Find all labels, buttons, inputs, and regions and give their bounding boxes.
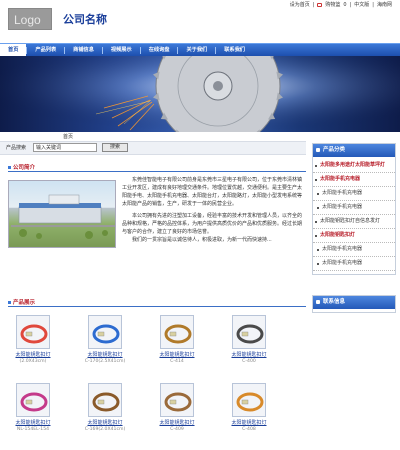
search-button[interactable]: 搜索 bbox=[102, 143, 128, 152]
contact-panel-title: 联系信息 bbox=[313, 296, 395, 309]
product-image[interactable] bbox=[16, 383, 50, 417]
products-title: 产品展示 bbox=[8, 298, 35, 306]
product-card[interactable]: 太阳能钥匙扣灯 C-170(2.5X41cm) bbox=[80, 315, 130, 364]
nav-inquiry[interactable]: 在线询盘 bbox=[141, 44, 178, 57]
nav-shop-info[interactable]: 商铺信息 bbox=[65, 44, 102, 57]
main-nav: 首页 产品列表 商铺信息 视频展示 在线询盘 关于我们 联系我们 bbox=[0, 43, 400, 57]
product-name[interactable]: 太阳能钥匙扣灯 bbox=[80, 351, 130, 358]
products-divider bbox=[8, 306, 306, 307]
intro-paragraph: 本公司拥有先进的注塑加工设备，经验丰富的技术开发和管理人员，以齐全的品种和规格，… bbox=[122, 213, 303, 235]
product-card[interactable]: 太阳能钥匙扣灯 C-408 bbox=[224, 383, 274, 432]
product-image[interactable] bbox=[16, 315, 50, 349]
saw-blade-image bbox=[0, 56, 400, 132]
product-name[interactable]: 太阳能钥匙扣灯 bbox=[152, 419, 202, 426]
product-code: NL-154EL-154 bbox=[16, 427, 50, 432]
category-panel: 产品分类 太阳能多用途灯太阳能草坪灯 太阳能手机充电器 太阳能手机充电器 太阳能手机充… bbox=[312, 143, 396, 275]
product-image[interactable] bbox=[88, 383, 122, 417]
product-name[interactable]: 太阳能钥匙扣灯 bbox=[8, 419, 58, 426]
factory-image bbox=[8, 180, 116, 248]
product-image[interactable] bbox=[232, 315, 266, 349]
product-code: C-408 bbox=[242, 427, 256, 432]
category-item[interactable]: 太阳能手机充电器 bbox=[313, 243, 395, 257]
product-code: C-169(2.0X41cm) bbox=[84, 427, 126, 432]
search-label: 产品搜索 bbox=[6, 145, 27, 151]
search-input[interactable] bbox=[33, 143, 97, 152]
product-code: C-414 bbox=[170, 359, 184, 364]
nav-products[interactable]: 产品列表 bbox=[27, 44, 64, 57]
category-panel-title: 产品分类 bbox=[313, 144, 395, 157]
category-item[interactable]: 太阳能手机充电器 bbox=[313, 201, 395, 215]
product-card[interactable]: 太阳能钥匙扣灯 NL-154EL-154 bbox=[8, 383, 58, 432]
intro-text: 东莞佳智能电子有限公司前身是东莞市三星电子有限公司，位于东莞市清林镇工业开发区，… bbox=[122, 176, 306, 244]
contact-panel: 联系信息 bbox=[312, 295, 396, 313]
cart-icon[interactable] bbox=[317, 2, 323, 7]
product-image[interactable] bbox=[160, 383, 194, 417]
product-name[interactable]: 太阳能钥匙扣灯 bbox=[152, 351, 202, 358]
product-code: C-400 bbox=[242, 359, 256, 364]
product-image[interactable] bbox=[88, 315, 122, 349]
category-item[interactable]: 太阳能手机充电器 bbox=[313, 173, 395, 187]
intro-divider bbox=[8, 171, 306, 172]
logo[interactable]: Logo bbox=[8, 8, 52, 30]
category-list: 太阳能多用途灯太阳能草坪灯 太阳能手机充电器 太阳能手机充电器 太阳能手机充电器 太阳能… bbox=[313, 157, 395, 274]
breadcrumb[interactable]: 首页 bbox=[63, 133, 73, 140]
product-name[interactable]: 太阳能钥匙扣灯 bbox=[80, 419, 130, 426]
banner bbox=[0, 56, 400, 132]
nav-contact[interactable]: 联系我们 bbox=[216, 44, 253, 57]
company-name: 公司名称 bbox=[63, 13, 107, 26]
nav-video[interactable]: 视频展示 bbox=[103, 44, 140, 57]
product-image[interactable] bbox=[160, 315, 194, 349]
product-card[interactable]: 太阳能钥匙扣灯 C-414 bbox=[152, 315, 202, 364]
product-card[interactable]: 太阳能钥匙扣灯 C-409 bbox=[152, 383, 202, 432]
product-card[interactable]: 太阳能钥匙扣灯 C-400 bbox=[224, 315, 274, 364]
category-item[interactable]: 太阳能多用途灯太阳能草坪灯 bbox=[313, 159, 395, 173]
product-card[interactable]: 太阳能钥匙扣灯 (2.0X43cm) bbox=[8, 315, 58, 364]
cart-count: 0 bbox=[343, 1, 347, 8]
intro-paragraph: 我们的一贯宗旨是以诚信待人，积极进取，为新一代而快速持... bbox=[132, 237, 272, 243]
set-home-link[interactable]: 设为首页 bbox=[290, 1, 310, 8]
product-name[interactable]: 太阳能钥匙扣灯 bbox=[224, 419, 274, 426]
category-item[interactable]: 太阳能钥匙扣灯 bbox=[313, 229, 395, 243]
intro-title: 公司简介 bbox=[8, 163, 35, 171]
product-code: C-170(2.5X41cm) bbox=[84, 359, 126, 364]
product-code: (2.0X43cm) bbox=[19, 359, 47, 364]
intro-paragraph: 东莞佳智能电子有限公司前身是东莞市三星电子有限公司，位于东莞市清林镇工业开发区，… bbox=[122, 177, 303, 207]
nav-home[interactable]: 首页 bbox=[0, 43, 27, 57]
nav-about[interactable]: 关于我们 bbox=[178, 44, 215, 57]
lang-en-link[interactable]: 海南网 bbox=[377, 1, 392, 8]
product-image[interactable] bbox=[232, 383, 266, 417]
lang-cn-link[interactable]: 中文版 bbox=[354, 1, 369, 8]
category-item[interactable]: 太阳能手机充电器 bbox=[313, 257, 395, 271]
category-item[interactable]: 太阳能手机充电器 bbox=[313, 187, 395, 201]
product-card[interactable]: 太阳能钥匙扣灯 C-169(2.0X41cm) bbox=[80, 383, 130, 432]
product-code: C-409 bbox=[170, 427, 184, 432]
category-item[interactable]: 太阳能钥匙扣灯自信息发灯 bbox=[313, 215, 395, 229]
cart-link[interactable]: 购物篮 bbox=[325, 1, 340, 8]
product-name[interactable]: 太阳能钥匙扣灯 bbox=[224, 351, 274, 358]
product-name[interactable]: 太阳能钥匙扣灯 bbox=[8, 351, 58, 358]
top-links: 设为首页 | 购物篮 0 | 中文版 | 海南网 bbox=[289, 1, 392, 9]
